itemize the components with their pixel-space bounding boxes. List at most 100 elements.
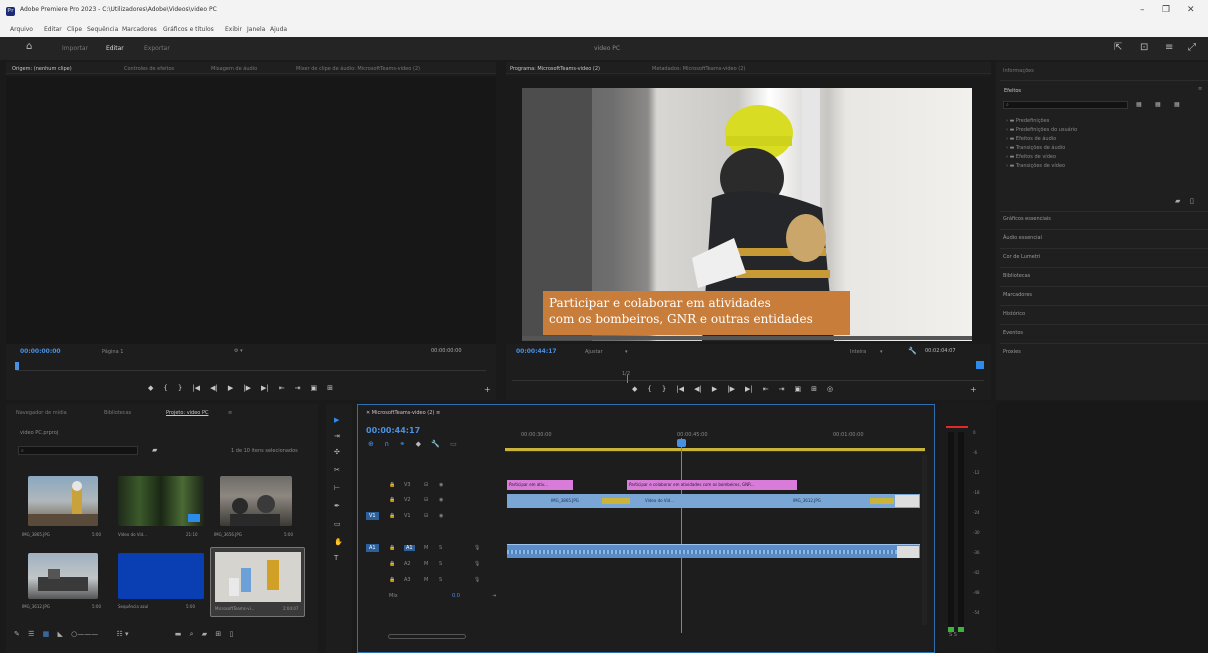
sync-lock-icon[interactable]: ⊟ [424, 513, 428, 519]
linked-selection-icon[interactable]: ⚭ [399, 440, 405, 448]
add-marker-icon[interactable]: ◆ [416, 440, 421, 448]
track-select-tool-icon[interactable]: ⇥ [334, 432, 340, 440]
menu-editar[interactable]: Editar [44, 26, 62, 33]
project-menu-icon[interactable]: ≡ [228, 410, 232, 416]
panel-eventos[interactable]: Eventos [1003, 330, 1023, 336]
source-playhead[interactable] [15, 362, 19, 370]
panel-historico[interactable]: Histórico [1003, 311, 1025, 317]
tree-item[interactable]: › ▬ Efeitos de áudio [1006, 136, 1077, 145]
solo-button[interactable]: S [439, 561, 442, 567]
selection-tool-icon[interactable]: ▶ [334, 416, 339, 424]
export-frame-button[interactable]: ▣ [310, 384, 317, 392]
program-fit-select[interactable]: Ajustar [585, 349, 603, 355]
new-item-icon[interactable]: ⊞ [215, 630, 221, 638]
hand-tool-icon[interactable]: ✋ [334, 538, 343, 546]
panel-audio-essencial[interactable]: Áudio essencial [1003, 235, 1042, 241]
home-icon[interactable]: ⌂ [26, 42, 32, 52]
menu-marcadores[interactable]: Marcadores [122, 26, 157, 33]
track-lock-icon[interactable]: 🔒 [389, 497, 395, 503]
freeform-view-icon[interactable]: ◣ [57, 630, 62, 638]
solo-button[interactable]: S [439, 577, 442, 583]
clip-thumbnail[interactable] [28, 476, 98, 526]
project-search-input[interactable]: ⌕ [18, 446, 138, 455]
tree-item[interactable]: › ▬ Predefinições do usuário [1006, 127, 1077, 136]
step-forward-button[interactable]: |▶ [243, 384, 251, 392]
write-protect-icon[interactable]: ✎ [14, 630, 20, 638]
timeline-timecode[interactable]: 00:00:44:17 [366, 426, 420, 435]
clip-thumbnail[interactable] [28, 553, 98, 599]
source-fit-select[interactable]: Página 1 [102, 349, 123, 355]
go-to-out-button[interactable]: ▶| [261, 384, 269, 392]
source-settings-icon[interactable]: ⚙ ▾ [234, 348, 243, 354]
track-lock-icon[interactable]: 🔒 [389, 561, 395, 567]
mic-icon[interactable]: 🎙 [474, 545, 480, 551]
rectangle-tool-icon[interactable]: ▭ [334, 520, 341, 528]
type-tool-icon[interactable]: T [334, 554, 338, 562]
timeline-vertical-scrollbar[interactable] [922, 455, 927, 625]
snap-icon[interactable]: ∩ [384, 440, 389, 448]
video-clip[interactable]: IMG_3865.JPG [549, 496, 607, 506]
timeline-settings-icon[interactable]: 🔧 [431, 440, 440, 448]
program-step-back-button[interactable]: ◀| [694, 385, 702, 393]
tab-origem[interactable]: Origem: (nenhum clipe) [12, 66, 72, 72]
panel-marcadores[interactable]: Marcadores [1003, 292, 1032, 298]
automate-sequence-icon[interactable]: ▬ [175, 630, 182, 638]
program-mark-in-button[interactable]: { [647, 385, 651, 393]
tab-mixer-clipe[interactable]: Mixer de clipe de áudio: MicrosoftTeams-… [296, 66, 420, 72]
tree-item[interactable]: › ▬ Efeitos de vídeo [1006, 154, 1077, 163]
selected-clip-thumbnail[interactable]: MicrosoftTeams-vi... 2:04:07 [210, 547, 305, 617]
effects-panel-header[interactable]: Efeitos [1004, 88, 1021, 94]
tree-item[interactable]: › ▬ Transições de vídeo [1006, 163, 1077, 172]
program-quality-chevron-icon[interactable]: ▾ [880, 349, 883, 355]
32bit-effects-icon[interactable]: ▦ [1155, 101, 1161, 108]
mark-out-button[interactable]: } [178, 384, 182, 392]
effects-search-input[interactable]: ⌕ [1003, 101, 1128, 109]
source-time-ruler[interactable] [16, 365, 486, 371]
track-lock-icon[interactable]: 🔒 [389, 577, 395, 583]
add-marker-button[interactable]: ◆ [148, 384, 153, 392]
timeline-playhead[interactable] [681, 438, 682, 633]
pen-tool-icon[interactable]: ✒ [334, 502, 340, 510]
sync-lock-icon[interactable]: ⊟ [424, 482, 428, 488]
lift-button[interactable]: ⇤ [763, 385, 769, 393]
program-go-to-out-button[interactable]: ▶| [745, 385, 753, 393]
menu-arquivo[interactable]: Arquivo [10, 26, 33, 33]
menu-ajuda[interactable]: Ajuda [270, 26, 287, 33]
razor-tool-icon[interactable]: ✂ [334, 466, 340, 474]
tab-metadados[interactable]: Metadados: MicrosoftTeams-video (2) [652, 66, 745, 72]
source-patch-v1[interactable]: V1 [366, 512, 379, 520]
find-icon[interactable]: ⌕ [190, 630, 194, 638]
mute-button[interactable]: M [424, 561, 428, 567]
extract-button[interactable]: ⇥ [779, 385, 785, 393]
vr-button[interactable]: ◎ [827, 385, 833, 393]
mix-level[interactable]: 0.0 [452, 593, 460, 599]
timeline-sequence-tab[interactable]: ✕ MicrosoftTeams-video (2) ≡ [366, 410, 440, 416]
accelerated-effects-icon[interactable]: ▦ [1136, 101, 1142, 108]
zoom-slider[interactable]: ○——— [71, 630, 98, 638]
play-button[interactable]: ▶ [228, 384, 233, 392]
program-quality-select[interactable]: Inteira [850, 349, 866, 355]
source-timecode[interactable]: 00:00:00:00 [20, 348, 61, 355]
tab-importar[interactable]: Importar [62, 45, 88, 52]
program-out-marker[interactable] [976, 361, 984, 369]
panel-menu-icon[interactable]: ≡ [1198, 86, 1202, 92]
source-add-button[interactable]: + [484, 385, 491, 394]
tree-item[interactable]: › ▬ Predefinições [1006, 118, 1077, 127]
quick-export-icon[interactable]: ⇱ [1114, 43, 1122, 53]
eye-icon[interactable]: ◉ [439, 482, 443, 488]
mix-goto-icon[interactable]: ⇥ [492, 593, 496, 599]
program-step-forward-button[interactable]: |▶ [727, 385, 735, 393]
list-view-icon[interactable]: ☰ [28, 630, 34, 638]
tab-bibliotecas[interactable]: Bibliotecas [104, 410, 131, 416]
track-lock-icon[interactable]: 🔒 [389, 545, 395, 551]
clip-thumbnail[interactable] [118, 476, 204, 526]
mute-button[interactable]: M [424, 545, 428, 551]
close-button[interactable]: ✕ [1187, 6, 1195, 15]
tab-mixagem-audio[interactable]: Mixagem de áudio [211, 66, 257, 72]
maximize-button[interactable]: ❐ [1162, 6, 1170, 15]
panel-bibliotecas[interactable]: Bibliotecas [1003, 273, 1030, 279]
track-lock-icon[interactable]: 🔒 [389, 482, 395, 488]
subtitle-overlay[interactable]: Participar e colaborar em atividades com… [543, 291, 850, 335]
delete-icon[interactable]: ▯ [1190, 197, 1194, 205]
eye-icon[interactable]: ◉ [439, 513, 443, 519]
